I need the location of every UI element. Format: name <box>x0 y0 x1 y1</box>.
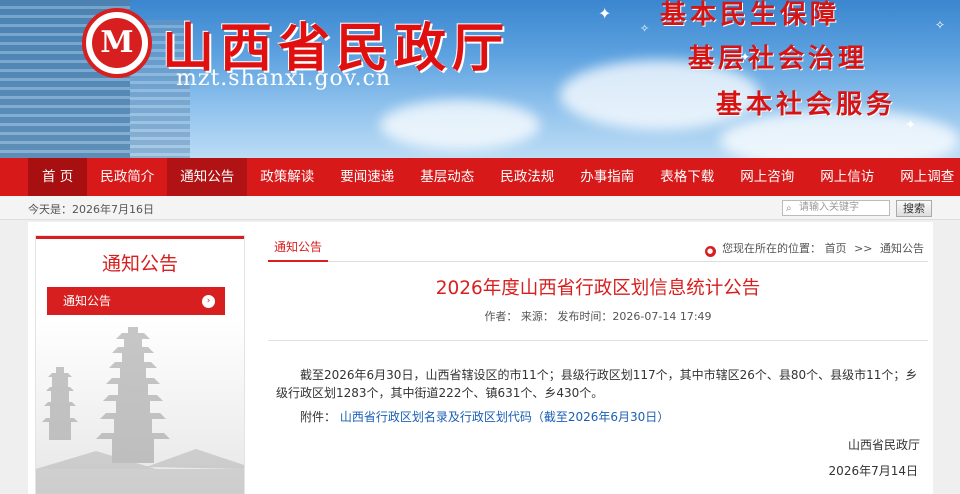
chevron-right-icon: › <box>202 295 215 308</box>
divider <box>268 340 928 341</box>
bird-icon: ✦ <box>598 4 612 23</box>
bird-icon: ✧ <box>640 22 650 35</box>
nav-item-notices[interactable]: 通知公告 <box>167 158 248 196</box>
search-placeholder: 请输入关键字 <box>799 202 859 213</box>
category-tab[interactable]: 通知公告 <box>268 236 329 262</box>
slogan-3: 基本社会服务 <box>716 90 897 120</box>
article-title: 2026年度山西省行政区划信息统计公告 <box>435 278 761 299</box>
breadcrumb-bar: 通知公告 ● 您现在所在的位置： 首页 >> 通知公告 <box>268 236 928 262</box>
breadcrumb: ● 您现在所在的位置： 首页 >> 通知公告 <box>704 240 924 257</box>
attachment-row: 附件： 山西省行政区划名录及行政区划代码（截至2026年6月30日） <box>300 408 669 425</box>
article-body: 截至2026年6月30日，山西省辖设区的市11个；县级行政区划117个，其中市辖… <box>276 368 918 400</box>
main-nav: 首 页 民政简介 通知公告 政策解读 要闻速递 基层动态 民政法规 办事指南 表… <box>0 158 960 196</box>
breadcrumb-home[interactable]: 首页 <box>825 242 847 255</box>
site-logo[interactable]: M <box>82 8 152 78</box>
date-search-bar: 今天是：2026年7月16日 ⌕ 请输入关键字 搜索 <box>0 196 960 220</box>
breadcrumb-current[interactable]: 通知公告 <box>880 242 924 255</box>
breadcrumb-separator: >> <box>854 242 873 255</box>
signature: 山西省民政厅 <box>847 438 920 452</box>
nav-item-news[interactable]: 要闻速递 <box>327 158 407 196</box>
today-date: 今天是：2026年7月16日 <box>28 203 154 216</box>
nav-item-laws[interactable]: 民政法规 <box>487 158 567 196</box>
nav-item-consult[interactable]: 网上咨询 <box>727 158 807 196</box>
article-main: 通知公告 ● 您现在所在的位置： 首页 >> 通知公告 2026年度山西省行政区… <box>268 236 928 494</box>
nav-item-home[interactable]: 首 页 <box>28 158 88 196</box>
nav-item-local[interactable]: 基层动态 <box>407 158 487 196</box>
nav-item-downloads[interactable]: 表格下载 <box>647 158 727 196</box>
cloud-decoration <box>380 100 540 150</box>
nav-item-about[interactable]: 民政简介 <box>87 158 167 196</box>
pagoda-image <box>36 319 244 494</box>
search-button[interactable]: 搜索 <box>896 200 932 217</box>
attachment-label: 附件： <box>300 410 337 424</box>
nav-item-petition[interactable]: 网上信访 <box>807 158 887 196</box>
signature-date: 2026年7月14日 <box>828 464 918 478</box>
sidebar-title: 通知公告 <box>101 253 178 275</box>
slogan-1: 基本民生保障 <box>660 0 841 30</box>
slogan-2: 基层社会治理 <box>688 44 869 74</box>
sidebar: 通知公告 通知公告 › <box>36 236 244 494</box>
attachment-link[interactable]: 山西省行政区划名录及行政区划代码（截至2026年6月30日） <box>340 410 669 424</box>
site-domain: mzt.shanxi.gov.cn <box>176 66 392 91</box>
logo-emblem: M <box>92 18 142 68</box>
article-meta: 作者： 来源： 发布时间：2026-07-14 17:49 <box>484 310 712 323</box>
bird-icon: ✧ <box>935 18 946 32</box>
content-area: 通知公告 通知公告 › 通知公告 ● 您现在所在的位置： 首页 >> 通知公告 … <box>28 222 933 494</box>
nav-item-guide[interactable]: 办事指南 <box>567 158 647 196</box>
pagoda-illustration <box>36 327 244 494</box>
sidebar-item-label: 通知公告 <box>63 294 112 308</box>
search-input[interactable]: ⌕ 请输入关键字 <box>782 200 890 216</box>
sidebar-item-notices[interactable]: 通知公告 › <box>47 287 225 315</box>
bird-icon: ✦ <box>740 50 751 64</box>
nav-item-policy[interactable]: 政策解读 <box>247 158 327 196</box>
search-icon: ⌕ <box>786 203 792 214</box>
location-icon: ● <box>704 246 716 257</box>
location-label: 您现在所在的位置： <box>722 242 822 255</box>
nav-item-survey[interactable]: 网上调查 <box>887 158 960 196</box>
header-banner: M 山西省民政厅 mzt.shanxi.gov.cn 基本民生保障 基层社会治理… <box>0 0 960 158</box>
bird-icon: ✦ <box>905 118 916 133</box>
